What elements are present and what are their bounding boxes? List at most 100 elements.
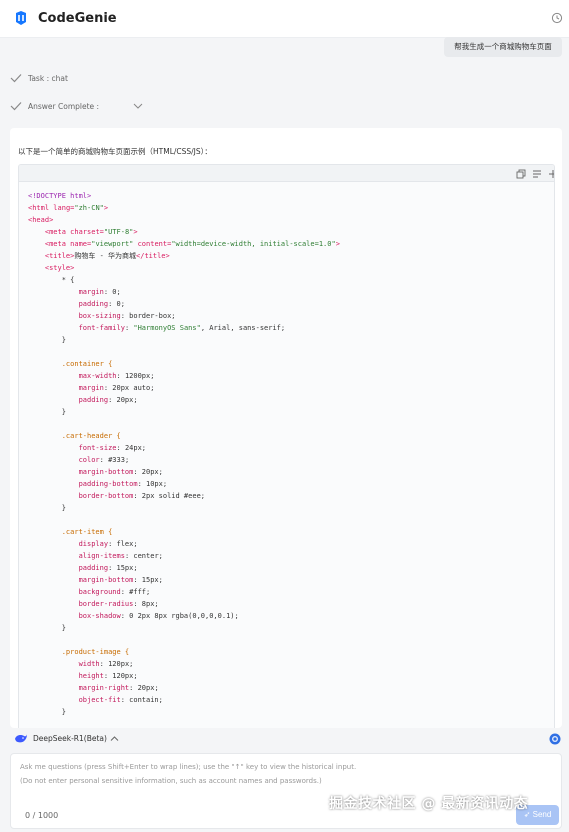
code-token: : 0; xyxy=(108,300,125,308)
code-line: width: 120px; xyxy=(28,658,548,670)
copy-icon[interactable] xyxy=(516,169,526,179)
code-token: "zh-CN" xyxy=(74,204,104,212)
code-line: } xyxy=(28,502,548,514)
answer-intro: 以下是一个简单的商城购物车页面示例（HTML/CSS/JS）： xyxy=(18,147,212,156)
insert-lines-icon[interactable] xyxy=(532,169,542,179)
code-lines: <!DOCTYPE html> <html lang="zh-CN"> <head>… xyxy=(28,190,548,718)
code-token: margin xyxy=(28,288,104,296)
model-selector-label[interactable]: DeepSeek-R1(Beta) xyxy=(33,732,107,745)
code-line: <html lang="zh-CN"> xyxy=(28,202,548,214)
assistant-orb-icon[interactable] xyxy=(549,733,561,745)
code-token: } xyxy=(28,504,66,512)
code-line: margin: 20px auto; xyxy=(28,382,548,394)
code-line: padding-bottom: 10px; xyxy=(28,478,548,490)
code-token: : #333; xyxy=(99,456,130,464)
code-token: : 0 2px 8px rgba(0,0,0,0.1); xyxy=(120,612,239,620)
code-token: <style> xyxy=(28,264,75,272)
code-token: border-bottom xyxy=(28,492,134,500)
code-line: <head> xyxy=(28,214,548,226)
code-token: margin-right xyxy=(28,684,130,692)
code-token: margin-bottom xyxy=(28,576,134,584)
code-line: } xyxy=(28,406,548,418)
code-token: : 120px; xyxy=(103,672,138,680)
code-token: font-family xyxy=(28,324,125,332)
code-token: height xyxy=(28,672,104,680)
code-line: margin-right: 20px; xyxy=(28,682,548,694)
code-line: padding: 20px; xyxy=(28,394,548,406)
code-token: "viewport" xyxy=(91,240,138,248)
code-line: .cart-header { xyxy=(28,430,548,442)
code-token: padding-bottom xyxy=(28,480,138,488)
code-line: padding: 0; xyxy=(28,298,548,310)
code-line: <style> xyxy=(28,262,548,274)
check-icon xyxy=(10,102,22,111)
history-clock-icon[interactable] xyxy=(551,12,563,24)
code-token: <meta xyxy=(28,228,71,236)
watermark-text: 掘金技术社区 @ 最新资讯动态 xyxy=(329,796,529,812)
code-line: .product-image { xyxy=(28,646,548,658)
code-token: .container { xyxy=(28,360,113,368)
chevron-up-icon[interactable] xyxy=(110,735,119,742)
code-line: max-width: 1200px; xyxy=(28,370,548,382)
chat-input-area[interactable]: Ask me questions (press Shift+Enter to w… xyxy=(10,753,562,829)
code-token: > xyxy=(103,204,109,212)
code-token: max-width xyxy=(28,372,117,380)
code-token: width xyxy=(28,660,100,668)
code-token: > xyxy=(335,240,340,248)
code-token: .product-image { xyxy=(28,648,130,656)
code-block: <!DOCTYPE html> <html lang="zh-CN"> <head>… xyxy=(18,164,555,728)
code-line: box-shadow: 0 2px 8px rgba(0,0,0,0.1); xyxy=(28,610,548,622)
code-token: : 20px; xyxy=(108,396,138,404)
check-icon xyxy=(10,74,22,83)
code-line: } xyxy=(28,706,548,718)
code-token: padding xyxy=(28,396,109,404)
code-token: : 120px; xyxy=(99,660,134,668)
code-token: <meta xyxy=(28,240,71,248)
code-token: : 1200px; xyxy=(116,372,155,380)
codegenie-logo-icon xyxy=(16,11,26,25)
chevron-down-icon[interactable] xyxy=(133,102,143,110)
code-token: : 2px solid #eee; xyxy=(133,492,206,500)
code-token: margin-bottom xyxy=(28,468,134,476)
code-token: background xyxy=(28,588,121,596)
code-line: box-sizing: border-box; xyxy=(28,310,548,322)
code-token: : flex; xyxy=(108,540,138,548)
code-line: border-radius: 8px; xyxy=(28,598,548,610)
code-token: : center; xyxy=(124,552,163,560)
plus-icon[interactable] xyxy=(548,169,555,179)
code-token: object-fit xyxy=(28,696,121,704)
code-token: } xyxy=(28,708,66,716)
answer-complete-label: Answer Complete : xyxy=(28,101,100,111)
code-token: : 10px; xyxy=(137,480,168,488)
code-token: lang= xyxy=(53,204,75,212)
code-toolbar xyxy=(19,165,555,182)
code-token: box-sizing xyxy=(28,312,121,320)
answer-complete-step[interactable]: Answer Complete : xyxy=(10,99,143,113)
code-token: } xyxy=(28,624,66,632)
code-line: background: #fff; xyxy=(28,586,548,598)
code-token: <html xyxy=(28,204,54,212)
code-token: border-radius xyxy=(28,600,134,608)
code-line: <meta name="viewport" content="width=dev… xyxy=(28,238,548,250)
code-token: : 15px; xyxy=(133,576,163,584)
code-line: * { xyxy=(28,274,548,286)
code-token: "UTF-8" xyxy=(103,228,134,236)
code-line: border-bottom: 2px solid #eee; xyxy=(28,490,548,502)
code-token: margin xyxy=(28,384,104,392)
send-label: Send xyxy=(532,810,552,819)
answer-card: 以下是一个简单的商城购物车页面示例（HTML/CSS/JS）： <!DOCTYP… xyxy=(10,128,562,728)
code-line: height: 120px; xyxy=(28,670,548,682)
code-token: "HarmonyOS Sans" xyxy=(133,324,201,332)
code-token: content= xyxy=(137,240,172,248)
code-line: color: #333; xyxy=(28,454,548,466)
code-token: <head> xyxy=(28,216,54,224)
task-step: Task : chat xyxy=(10,71,68,85)
code-token: : 20px auto; xyxy=(103,384,155,392)
app-title: CodeGenie xyxy=(38,11,117,26)
code-line: <!DOCTYPE html> xyxy=(28,190,548,202)
code-token: : 8px; xyxy=(133,600,159,608)
app-header: CodeGenie xyxy=(0,0,569,38)
